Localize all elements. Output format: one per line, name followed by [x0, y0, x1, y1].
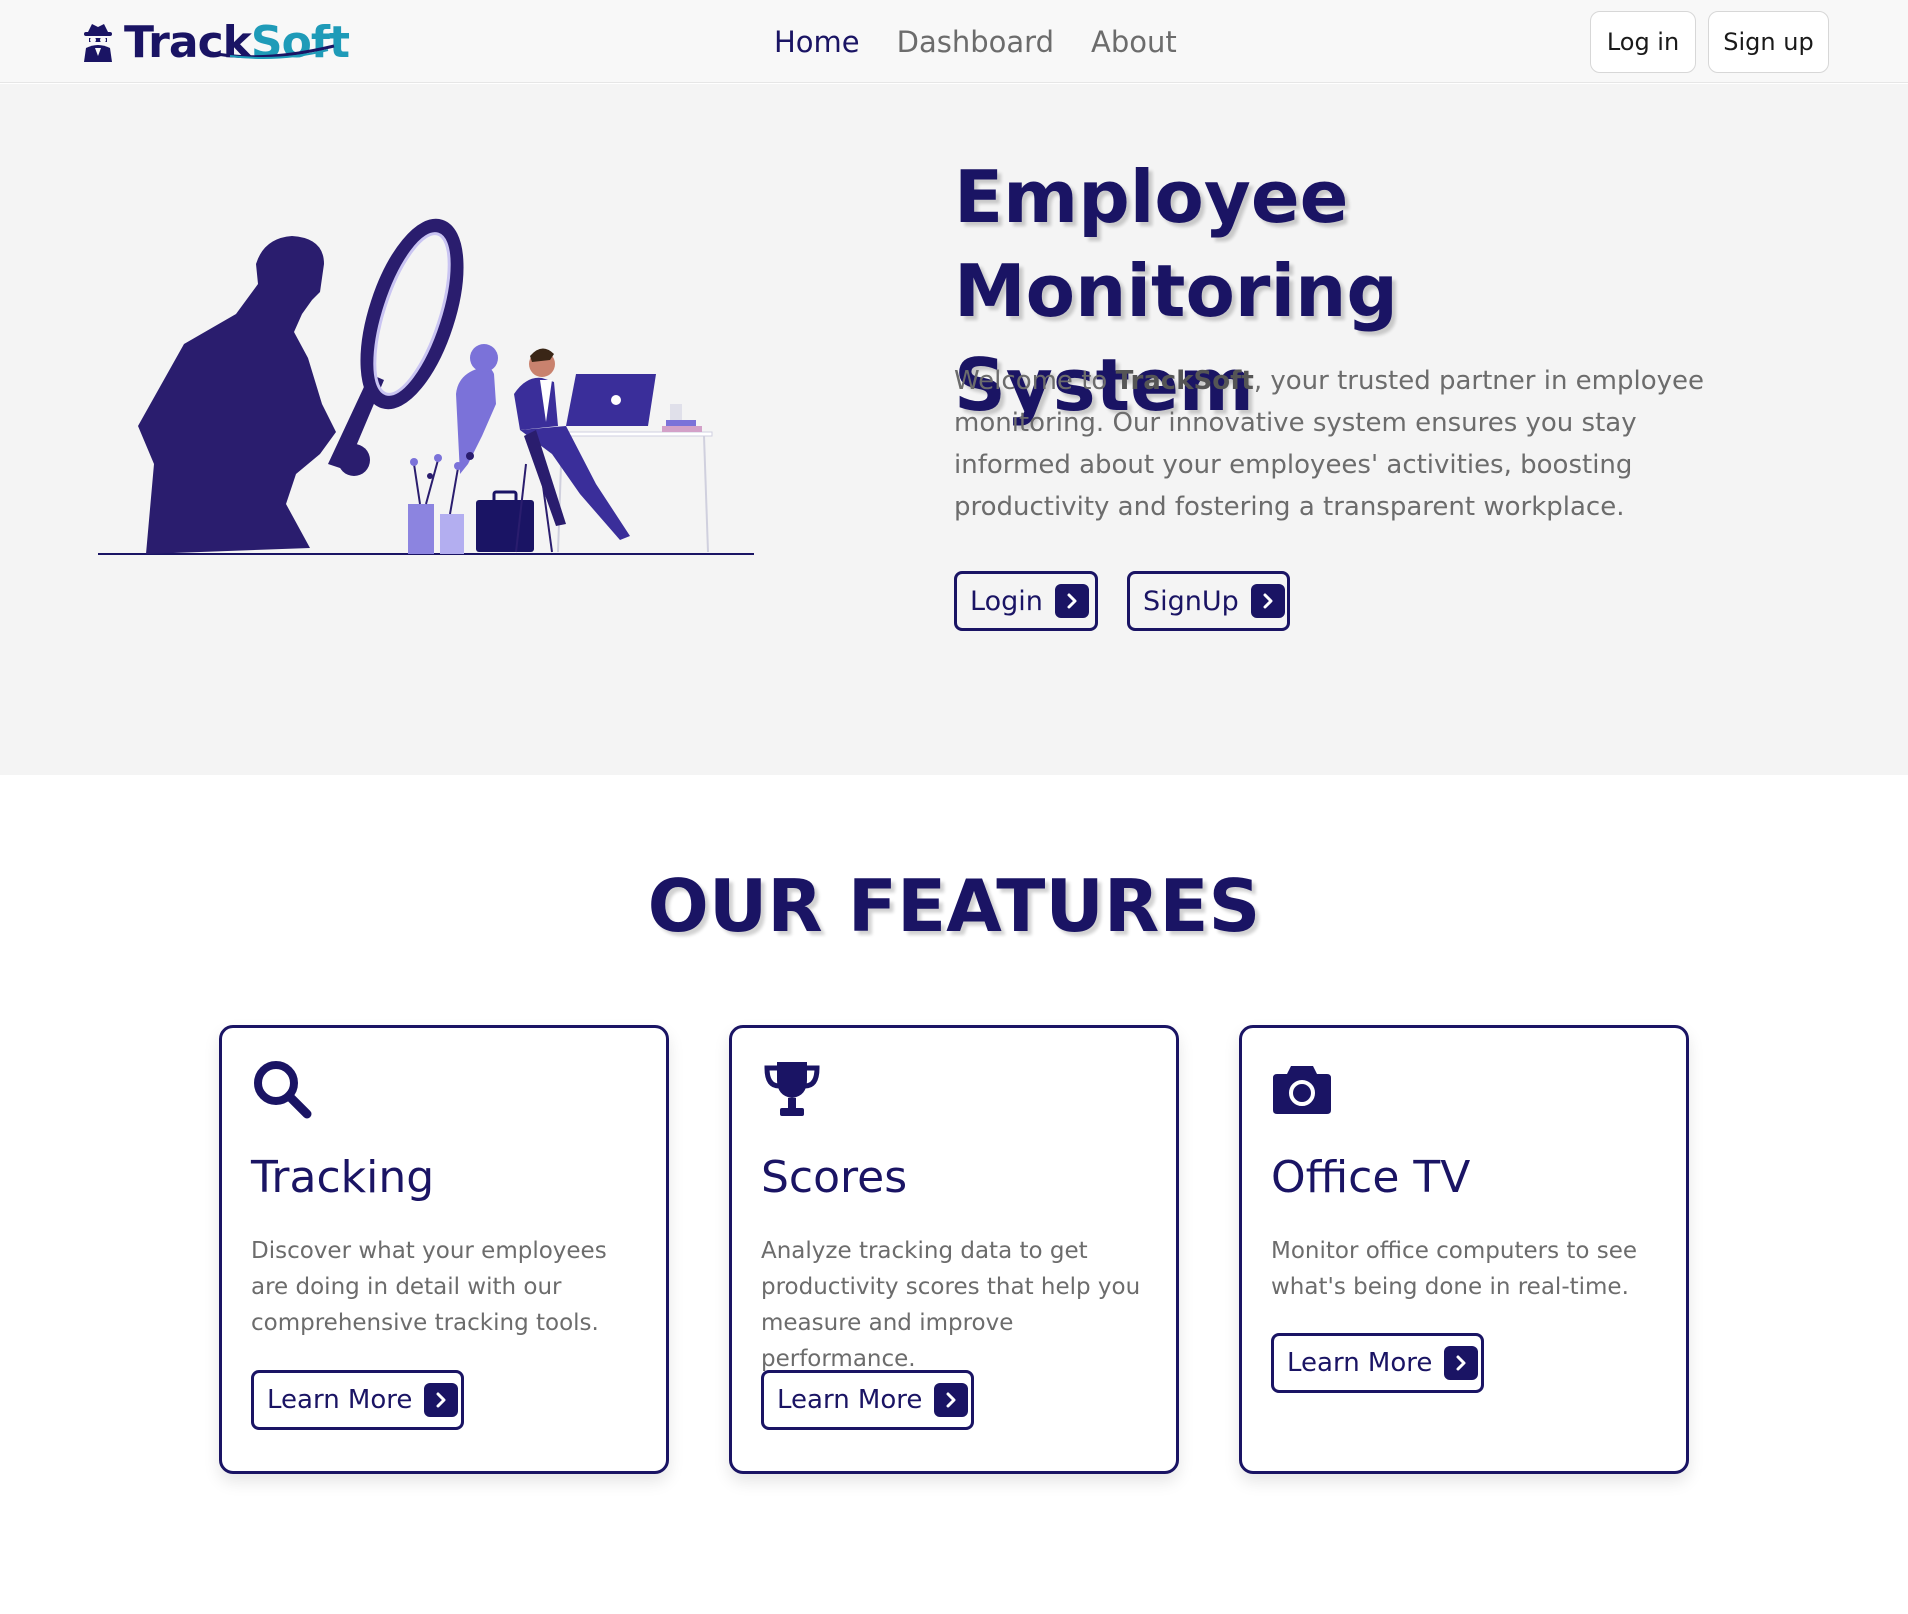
hero-login-button[interactable]: Login	[954, 571, 1098, 631]
chevron-right-icon	[1054, 584, 1089, 618]
chevron-right-icon	[1444, 1346, 1479, 1380]
learn-more-button[interactable]: Learn More	[1271, 1333, 1484, 1393]
feature-description: Analyze tracking data to get productivit…	[761, 1238, 1141, 1372]
chevron-right-icon	[934, 1383, 969, 1417]
learn-more-label: Learn More	[1287, 1348, 1433, 1378]
hero-desc-brand: TrackSoft	[1115, 366, 1254, 396]
nav-dashboard-link[interactable]: Dashboard	[897, 22, 1054, 62]
nav-about-link[interactable]: About	[1091, 22, 1177, 62]
top-navbar: TrackSoft Home Dashboard About Log in Si…	[0, 0, 1908, 83]
feature-title: Tracking	[251, 1152, 435, 1203]
feature-card-office-tv: Office TV Monitor office computers to se…	[1239, 1025, 1689, 1474]
chevron-right-icon	[424, 1383, 459, 1417]
learn-more-label: Learn More	[267, 1385, 413, 1415]
spy-icon	[84, 24, 112, 62]
main-nav: Home Dashboard About	[774, 22, 1177, 62]
hero-title-line1: Employee Monitoring	[954, 155, 1398, 333]
trophy-icon	[764, 1062, 820, 1116]
feature-title: Office TV	[1271, 1152, 1471, 1203]
feature-description: Discover what your employees are doing i…	[251, 1238, 607, 1336]
feature-card-tracking: Tracking Discover what your employees ar…	[219, 1025, 669, 1474]
hero-section: Employee Monitoring System Welcome to Tr…	[0, 84, 1908, 775]
feature-description: Monitor office computers to see what's b…	[1271, 1238, 1638, 1300]
logo-swoosh	[205, 44, 335, 59]
feature-title: Scores	[761, 1152, 908, 1203]
feature-card-scores: Scores Analyze tracking data to get prod…	[729, 1025, 1179, 1474]
login-button[interactable]: Log in	[1590, 11, 1696, 73]
hero-description: Welcome to TrackSoft, your trusted partn…	[954, 360, 1714, 528]
learn-more-label: Learn More	[777, 1385, 923, 1415]
hero-signup-label: SignUp	[1143, 585, 1239, 617]
nav-home-link[interactable]: Home	[774, 22, 860, 62]
chevron-right-icon	[1250, 584, 1285, 618]
signup-button[interactable]: Sign up	[1708, 11, 1829, 73]
camera-icon	[1273, 1066, 1331, 1114]
features-heading: OUR FEATURES	[647, 864, 1261, 948]
monitoring-illustration	[98, 218, 754, 555]
learn-more-button[interactable]: Learn More	[251, 1370, 464, 1430]
hero-desc-intro: Welcome to	[954, 366, 1116, 396]
learn-more-button[interactable]: Learn More	[761, 1370, 974, 1430]
magnifying-glass-icon	[254, 1061, 312, 1119]
hero-signup-button[interactable]: SignUp	[1127, 571, 1290, 631]
hero-login-label: Login	[970, 585, 1043, 617]
